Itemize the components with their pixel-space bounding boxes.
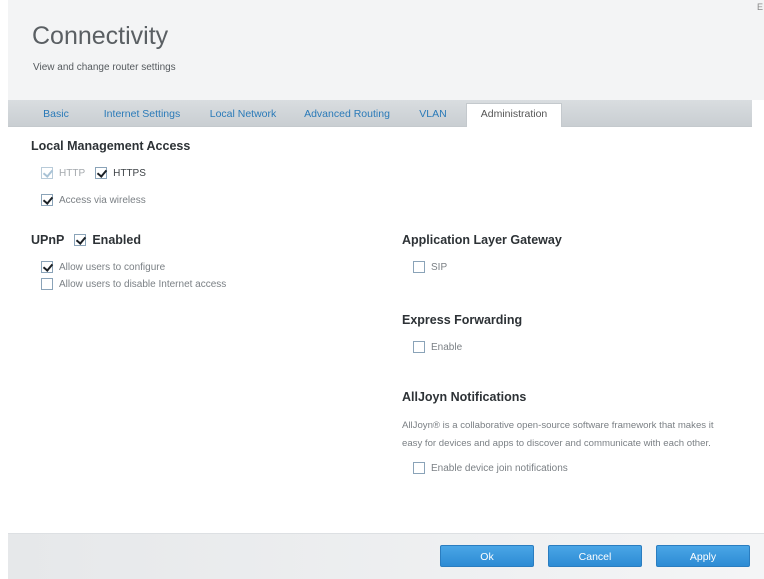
tab-advanced-routing[interactable]: Advanced Routing [296,104,398,126]
upnp-title: UPnP [31,233,65,247]
sip-label: SIP [431,261,448,273]
https-checkbox[interactable] [95,167,108,179]
footer-bar [8,533,764,579]
allow-disable-checkbox[interactable] [41,278,53,290]
cancel-button[interactable]: Cancel [548,545,642,567]
apply-button[interactable]: Apply [656,545,750,567]
alljoyn-desc-line2: easy for devices and apps to discover an… [402,438,711,449]
ok-button[interactable]: Ok [440,545,534,567]
wireless-label: Access via wireless [59,194,146,206]
http-option: HTTP HTTPS [41,167,146,179]
sip-option: SIP [413,261,447,273]
settings-panel: Local Management Access HTTP HTTPS Acces… [8,127,764,533]
allow-disable-option: Allow users to disable Internet access [41,278,226,290]
express-enable-label: Enable [431,341,463,353]
page-header: Connectivity View and change router sett… [8,0,764,100]
express-forwarding-title: Express Forwarding [402,313,523,327]
http-label: HTTP [59,167,86,179]
local-management-title: Local Management Access [31,139,191,153]
tab-basic[interactable]: Basic [30,104,82,126]
https-label: HTTPS [113,167,146,179]
tab-bar: Basic Internet Settings Local Network Ad… [8,100,752,127]
tab-vlan[interactable]: VLAN [408,104,458,126]
allow-configure-option: Allow users to configure [41,261,165,273]
allow-disable-label: Allow users to disable Internet access [59,278,227,290]
tab-local-network[interactable]: Local Network [200,104,286,126]
wireless-checkbox[interactable] [41,194,53,206]
upnp-header: UPnP Enabled [31,233,141,247]
corner-text: E [757,2,764,12]
alljoyn-title: AllJoyn Notifications [402,390,527,404]
wireless-option: Access via wireless [41,194,146,206]
express-enable-checkbox[interactable] [413,341,425,353]
page-title: Connectivity [32,22,169,50]
express-enable-option: Enable [413,341,462,353]
alljoyn-join-option: Enable device join notifications [413,462,568,474]
upnp-enabled-checkbox[interactable] [74,234,87,246]
tab-administration[interactable]: Administration [466,103,562,127]
allow-configure-checkbox[interactable] [41,261,53,273]
allow-configure-label: Allow users to configure [59,261,166,273]
http-checkbox[interactable] [41,167,53,179]
page-subtitle: View and change router settings [33,62,176,73]
alljoyn-join-label: Enable device join notifications [431,462,568,474]
alljoyn-desc-line1: AllJoyn® is a collaborative open-source … [402,420,714,431]
tab-internet-settings[interactable]: Internet Settings [94,104,190,126]
sip-checkbox[interactable] [413,261,425,273]
upnp-enabled-label: Enabled [92,233,141,247]
alljoyn-join-checkbox[interactable] [413,462,425,474]
alg-title: Application Layer Gateway [402,233,562,247]
